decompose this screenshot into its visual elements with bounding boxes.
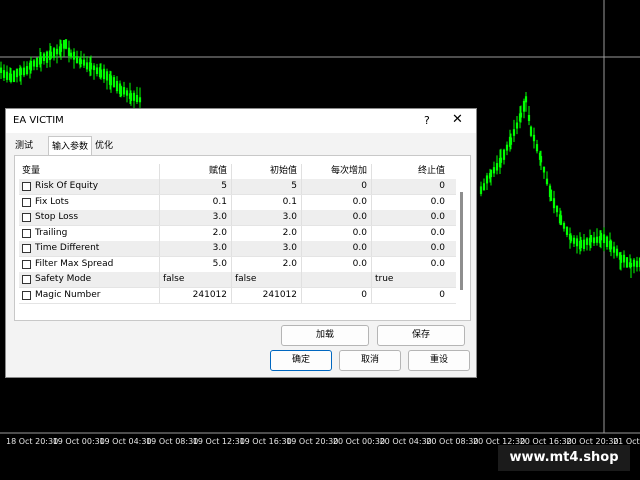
parameter-value[interactable]: 0.1 — [159, 194, 231, 210]
parameter-value[interactable]: 5.0 — [159, 256, 231, 272]
parameter-name: Safety Mode — [35, 274, 92, 284]
parameter-name: Risk Of Equity — [35, 181, 99, 191]
optimize-checkbox[interactable] — [22, 290, 31, 300]
parameter-step[interactable]: 0 — [301, 287, 371, 303]
table-header: 变量 赋值 初始值 每次增加 终止值 — [19, 164, 456, 180]
column-header-value: 赋值 — [159, 164, 231, 179]
optimize-checkbox[interactable] — [22, 182, 31, 191]
optimize-checkbox[interactable] — [22, 228, 31, 238]
vertical-scrollbar[interactable] — [460, 192, 463, 290]
table-row[interactable]: Fix Lots 0.1 0.1 0.0 0.0 — [19, 194, 456, 211]
dialog-tabs: 测试 输入参数 优化 — [6, 135, 476, 157]
parameter-stop[interactable]: 0.0 — [371, 194, 449, 210]
parameter-name: Fix Lots — [35, 196, 69, 207]
table-row[interactable]: Stop Loss 3.0 3.0 0.0 0.0 — [19, 210, 456, 226]
tab-testing[interactable]: 测试 — [12, 138, 36, 155]
time-axis-label: 20 Oct 00:30 — [332, 437, 386, 446]
time-axis-label: 19 Oct 08:30 — [146, 437, 199, 446]
parameter-step[interactable]: 0.0 — [301, 241, 371, 256]
parameter-step[interactable]: 0.0 — [301, 194, 371, 210]
table-row[interactable]: Risk Of Equity 5 5 0 0 — [19, 179, 456, 195]
table-row[interactable]: Magic Number 241012 241012 0 0 — [19, 287, 456, 304]
cancel-button[interactable]: 取消 — [339, 350, 401, 371]
optimize-checkbox[interactable] — [22, 259, 31, 269]
parameter-name: Magic Number — [35, 289, 101, 300]
dialog-titlebar: EA VICTIM ? ✕ — [6, 109, 476, 133]
table-row[interactable]: Trailing 2.0 2.0 0.0 0.0 — [19, 225, 456, 242]
parameter-name: Time Different — [35, 243, 100, 253]
optimize-checkbox[interactable] — [22, 213, 31, 222]
ok-button[interactable]: 确定 — [270, 350, 332, 371]
parameter-start[interactable]: 3.0 — [231, 241, 301, 256]
parameter-step[interactable] — [301, 272, 371, 287]
parameter-stop[interactable]: 0.0 — [371, 256, 449, 272]
optimize-checkbox[interactable] — [22, 275, 31, 284]
expert-properties-dialog: EA VICTIM ? ✕ 测试 输入参数 优化 变量 赋值 初始值 每次增加 … — [5, 108, 477, 378]
parameter-value[interactable]: 5 — [159, 179, 231, 194]
help-icon[interactable]: ? — [424, 114, 430, 127]
parameter-stop[interactable]: true — [371, 272, 449, 287]
time-axis-label: 19 Oct 16:30 — [239, 437, 292, 446]
time-axis-label: 19 Oct 20:30 — [286, 437, 339, 446]
tab-optimization[interactable]: 优化 — [92, 138, 116, 155]
parameter-start[interactable]: 5 — [231, 179, 301, 194]
parameter-name: Stop Loss — [35, 212, 79, 222]
inputs-panel: 变量 赋值 初始值 每次增加 终止值 Risk Of Equity 5 5 0 0 Fix… — [14, 155, 471, 321]
parameter-value[interactable]: false — [159, 272, 231, 287]
parameter-value[interactable]: 241012 — [159, 287, 231, 303]
column-header-start: 初始值 — [231, 164, 301, 179]
parameter-start[interactable]: 2.0 — [231, 256, 301, 272]
parameter-start[interactable]: 2.0 — [231, 225, 301, 241]
parameter-step[interactable]: 0 — [301, 179, 371, 194]
parameter-value[interactable]: 3.0 — [159, 241, 231, 256]
parameter-step[interactable]: 0.0 — [301, 210, 371, 225]
time-axis-label: 18 Oct 20:30 — [6, 437, 59, 446]
tab-inputs[interactable]: 输入参数 — [48, 136, 93, 157]
table-row[interactable]: Filter Max Spread 5.0 2.0 0.0 0.0 — [19, 256, 456, 273]
parameter-name: Filter Max Spread — [35, 258, 114, 269]
table-row[interactable]: Time Different 3.0 3.0 0.0 0.0 — [19, 241, 456, 257]
parameter-stop[interactable]: 0.0 — [371, 241, 449, 256]
column-header-stop: 终止值 — [371, 164, 449, 179]
table-row[interactable]: Safety Mode false false true — [19, 272, 456, 288]
parameter-stop[interactable]: 0.0 — [371, 225, 449, 241]
dialog-title: EA VICTIM — [13, 115, 64, 126]
parameter-start[interactable]: 241012 — [231, 287, 301, 303]
time-axis-label: 19 Oct 04:30 — [99, 437, 152, 446]
parameter-value[interactable]: 3.0 — [159, 210, 231, 225]
watermark: www.mt4.shop — [498, 445, 630, 471]
column-header-step: 每次增加 — [301, 164, 371, 179]
parameter-start[interactable]: false — [231, 272, 301, 287]
optimize-checkbox[interactable] — [22, 244, 31, 253]
time-axis-label: 20 Oct 08:30 — [426, 437, 479, 446]
time-axis-label: 20 Oct 04:30 — [379, 437, 432, 446]
parameter-stop[interactable]: 0 — [371, 287, 449, 303]
parameter-stop[interactable]: 0 — [371, 179, 449, 194]
parameter-step[interactable]: 0.0 — [301, 256, 371, 272]
time-axis-label: 19 Oct 12:30 — [192, 437, 245, 446]
parameter-stop[interactable]: 0.0 — [371, 210, 449, 225]
optimize-checkbox[interactable] — [22, 197, 31, 207]
parameter-start[interactable]: 0.1 — [231, 194, 301, 210]
column-header-variable: 变量 — [22, 166, 41, 176]
parameter-start[interactable]: 3.0 — [231, 210, 301, 225]
close-icon[interactable]: ✕ — [452, 112, 463, 127]
save-button[interactable]: 保存 — [377, 325, 465, 346]
load-button[interactable]: 加载 — [281, 325, 369, 346]
parameter-step[interactable]: 0.0 — [301, 225, 371, 241]
parameter-value[interactable]: 2.0 — [159, 225, 231, 241]
reset-button[interactable]: 重设 — [408, 350, 470, 371]
inputs-table: 变量 赋值 初始值 每次增加 终止值 Risk Of Equity 5 5 0 0 Fix… — [19, 164, 456, 314]
parameter-name: Trailing — [35, 227, 68, 238]
time-axis-label: 19 Oct 00:30 — [52, 437, 105, 446]
